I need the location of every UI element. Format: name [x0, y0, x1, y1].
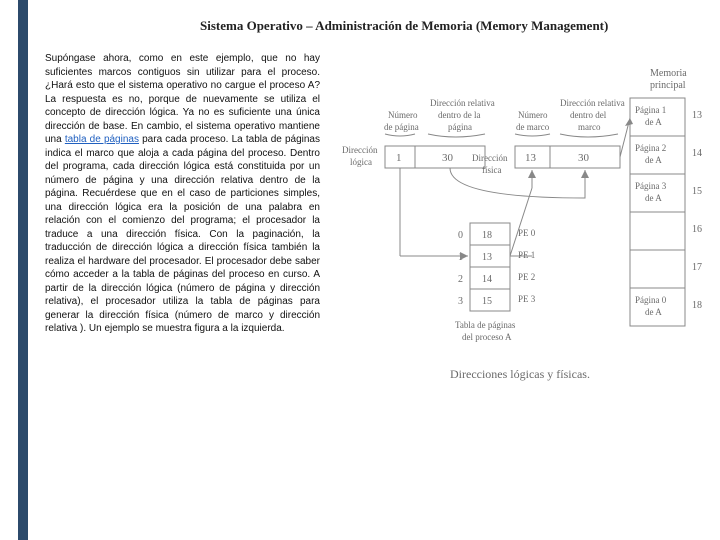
figure-caption: Direcciones lógicas y físicas. — [450, 367, 590, 381]
pe3: PE 3 — [518, 294, 536, 304]
col1b: de página — [384, 122, 419, 132]
mem-sub: principal — [650, 80, 686, 91]
page2b-label: de A — [645, 155, 662, 165]
left-accent-bar — [18, 0, 28, 540]
row3: 3 — [458, 296, 463, 307]
dir-fis: Dirección — [472, 153, 508, 163]
col3: Número — [518, 110, 548, 120]
val-off2: 30 — [578, 152, 590, 164]
frame-16: 16 — [692, 224, 702, 235]
row2: 2 — [458, 274, 463, 285]
body-paragraph: Supóngase ahora, como en este ejemplo, q… — [45, 52, 320, 336]
dir-log2: lógica — [350, 157, 372, 167]
page1b-label: de A — [645, 117, 662, 127]
page-title: Sistema Operativo – Administración de Me… — [200, 18, 702, 34]
page0b-label: de A — [645, 307, 662, 317]
col2: Dirección relativa — [430, 98, 495, 108]
logical-physical-addresses-figure: Memoria principal Página 1 de A Página 2… — [340, 58, 705, 438]
col1: Número — [388, 110, 418, 120]
col2c: página — [448, 122, 472, 132]
frame-13: 13 — [692, 110, 702, 121]
val-page: 1 — [396, 152, 402, 164]
mem-title: Memoria — [650, 68, 687, 79]
pt3: 15 — [482, 296, 492, 307]
pt0: 18 — [482, 230, 492, 241]
frame-18: 18 — [692, 300, 702, 311]
col3b: de marco — [516, 122, 550, 132]
pt1: 13 — [482, 252, 492, 263]
frame-14: 14 — [692, 148, 702, 159]
dir-log: Dirección — [342, 145, 378, 155]
pe1: PE 1 — [518, 250, 535, 260]
pt2: 14 — [482, 274, 492, 285]
col4b: dentro del — [570, 110, 607, 120]
col2b: dentro de la — [438, 110, 480, 120]
col4c: marco — [578, 122, 601, 132]
col4: Dirección relativa — [560, 98, 625, 108]
pt-caption1: Tabla de páginas — [455, 320, 516, 330]
frame-17: 17 — [692, 262, 702, 273]
val-frame: 13 — [525, 152, 537, 164]
pe2: PE 2 — [518, 272, 535, 282]
page-table-link[interactable]: tabla de páginas — [65, 134, 139, 145]
page0-label: Página 0 — [635, 295, 667, 305]
body-text-a: Supóngase ahora, como en este ejemplo, q… — [45, 53, 320, 145]
body-text-b: para cada proceso. La tabla de páginas i… — [45, 134, 320, 334]
page3b-label: de A — [645, 193, 662, 203]
frame-15: 15 — [692, 186, 702, 197]
dir-fis2: física — [482, 165, 502, 175]
val-off1: 30 — [442, 152, 454, 164]
page3-label: Página 3 — [635, 181, 667, 191]
pt-caption2: del proceso A — [462, 332, 512, 342]
page2-label: Página 2 — [635, 143, 666, 153]
page1-label: Página 1 — [635, 105, 666, 115]
row0: 0 — [458, 230, 463, 241]
pe0: PE 0 — [518, 228, 536, 238]
